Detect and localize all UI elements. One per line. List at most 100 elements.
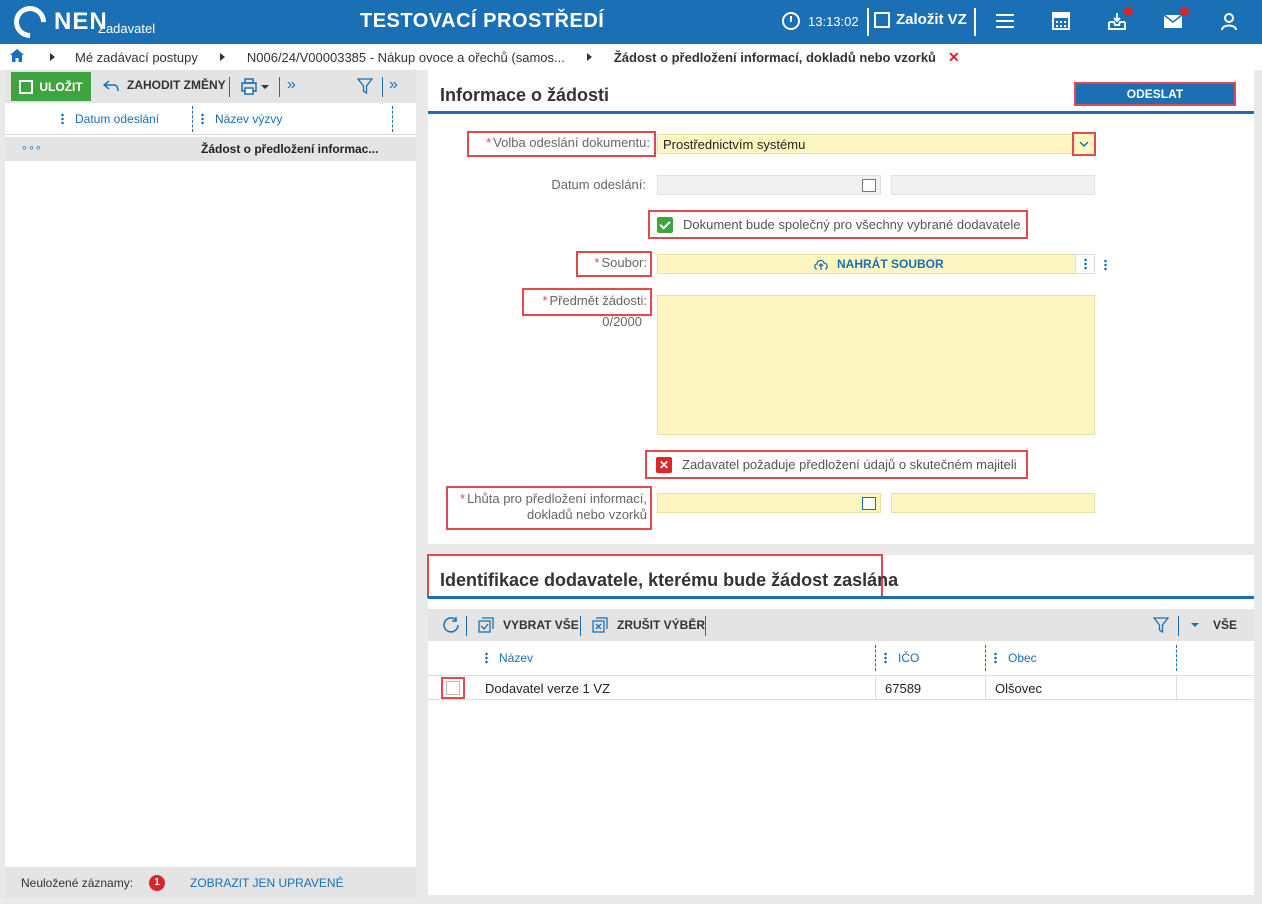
column-header[interactable]: Datum odeslání (75, 112, 159, 126)
breadcrumb-link[interactable]: Mé zadávací postupy (75, 50, 198, 65)
create-vz-button[interactable]: Založit VZ (874, 11, 967, 28)
print-icon (241, 78, 269, 95)
divider (867, 8, 869, 36)
filter-scope-dropdown[interactable] (1190, 618, 1200, 633)
discard-changes-button[interactable]: ZAHODIT ZMĚNY (127, 78, 226, 92)
print-dropdown[interactable] (240, 78, 272, 96)
caret-down-icon (1191, 623, 1199, 627)
divider (382, 77, 383, 97)
column-header[interactable]: Obec (1008, 651, 1037, 665)
beneficial-owner-checkbox[interactable]: ✕ Zadavatel požaduje předložení údajů o … (645, 450, 1028, 479)
menu-icon[interactable] (995, 11, 1017, 33)
upload-menu-icon[interactable] (1104, 259, 1107, 271)
column-separator (1176, 645, 1177, 671)
volba-select[interactable]: Prostřednictvím systému (657, 132, 1096, 156)
save-button[interactable]: ULOŽIT (11, 72, 91, 101)
refresh-icon[interactable] (442, 616, 460, 634)
column-menu-icon[interactable] (61, 113, 64, 125)
lhuta-time-input[interactable] (891, 493, 1095, 513)
clear-selection-icon (592, 617, 608, 633)
kebab-icon (1084, 258, 1087, 270)
unsaved-label: Neuložené záznamy: (21, 876, 134, 890)
column-separator (192, 106, 193, 132)
column-header[interactable]: Název výzvy (215, 112, 282, 126)
supplier-title-box: Identifikace dodavatele, kterému bude žá… (427, 554, 898, 598)
x-icon: ✕ (656, 456, 672, 473)
column-menu-icon[interactable] (201, 113, 204, 125)
soubor-label: * Soubor: (576, 251, 652, 277)
nen-logo[interactable]: NEN (7, 0, 108, 45)
row-menu-icon[interactable]: ∘∘∘ (21, 141, 42, 154)
common-document-checkbox[interactable]: Dokument bude společný pro všechny vybra… (648, 210, 1028, 239)
close-icon[interactable]: ✕ (948, 49, 960, 66)
expand-right-icon[interactable]: » (287, 76, 296, 94)
left-footer: Neuložené záznamy: 1 ZOBRAZIT JEN UPRAVE… (5, 867, 416, 898)
notification-dot (1124, 7, 1133, 16)
column-header[interactable]: Název (499, 651, 533, 665)
lhuta-date-input[interactable] (657, 493, 881, 513)
cell-separator (1176, 676, 1177, 699)
notification-dot (1180, 7, 1189, 16)
left-grid-header: Datum odeslání Název výzvy (5, 103, 416, 135)
filter-scope-label[interactable]: VŠE (1213, 618, 1237, 632)
select-all-icon (478, 617, 494, 633)
column-separator (875, 645, 876, 671)
session-clock: 13:13:02 (782, 12, 859, 30)
row-name: Žádost o předložení informac... (201, 142, 379, 156)
clock-icon (782, 12, 800, 30)
breadcrumb-link[interactable]: N006/24/V00003385 - Nákup ovoce a ořechů… (247, 50, 565, 65)
breadcrumb: Mé zadávací postupy N006/24/V00003385 - … (0, 44, 1262, 70)
column-separator (985, 645, 986, 671)
column-header[interactable]: IČO (898, 651, 919, 665)
undo-icon (103, 80, 119, 92)
supplier-city: Olšovec (995, 681, 1042, 696)
datum-label: Datum odeslání: (551, 177, 646, 192)
floppy-icon (19, 79, 34, 94)
calendar-icon[interactable] (862, 497, 876, 510)
divider (466, 616, 467, 636)
supplier-card: Identifikace dodavatele, kterému bude žá… (427, 554, 1254, 895)
supplier-grid-header: Název IČO Obec (428, 641, 1254, 675)
table-row[interactable]: ∘∘∘ Žádost o předložení informac... (5, 137, 416, 161)
user-icon[interactable] (1219, 11, 1241, 33)
divider (974, 8, 976, 36)
upload-menu-button[interactable] (1075, 254, 1095, 274)
upload-file-button[interactable]: NAHRÁT SOUBOR (657, 254, 1107, 274)
divider (1178, 616, 1179, 636)
title-underline (428, 111, 1254, 114)
home-icon[interactable] (10, 49, 24, 65)
breadcrumb-separator (219, 53, 225, 61)
left-toolbar: ULOŽIT ZAHODIT ZMĚNY » » (5, 70, 416, 103)
upload-label: NAHRÁT SOUBOR (837, 257, 944, 271)
cloud-upload-icon (814, 259, 828, 270)
column-separator (392, 106, 393, 132)
supplier-toolbar: VYBRAT VŠE ZRUŠIT VÝBĚR VŠE (428, 609, 1254, 641)
row-checkbox[interactable] (441, 677, 465, 699)
show-edited-link[interactable]: ZOBRAZIT JEN UPRAVENÉ (190, 876, 344, 890)
chevron-down-icon[interactable] (1072, 132, 1096, 156)
breadcrumb-current: Žádost o předložení informací, dokladů n… (613, 49, 936, 65)
left-panel: ULOŽIT ZAHODIT ZMĚNY » » Datum odeslání … (5, 70, 416, 898)
save-label: ULOŽIT (39, 79, 83, 94)
expand-panel-icon[interactable]: » (389, 76, 398, 94)
volba-label: * Volba odeslání dokumentu: (467, 131, 656, 157)
filter-icon[interactable] (1153, 617, 1169, 633)
select-all-button[interactable]: VYBRAT VŠE (503, 618, 579, 632)
predmet-label: * Předmět žádosti: (522, 288, 652, 316)
calculator-icon[interactable] (1051, 11, 1073, 33)
column-menu-icon[interactable] (485, 652, 488, 664)
inbox-icon[interactable] (1107, 7, 1133, 33)
breadcrumb-separator (50, 53, 55, 61)
predmet-textarea[interactable] (657, 295, 1095, 435)
filter-icon[interactable] (357, 78, 373, 94)
clear-selection-button[interactable]: ZRUŠIT VÝBĚR (617, 618, 705, 632)
breadcrumb-separator (586, 53, 592, 61)
mail-icon[interactable] (1163, 7, 1189, 33)
send-button[interactable]: ODESLAT (1074, 82, 1236, 106)
checkbox-box (446, 681, 460, 695)
column-menu-icon[interactable] (994, 652, 997, 664)
card-title: Identifikace dodavatele, kterému bude žá… (440, 570, 899, 590)
top-bar: NEN Zadavatel TESTOVACÍ PROSTŘEDÍ 13:13:… (0, 0, 1262, 45)
table-row[interactable]: Dodavatel verze 1 VZ 67589 Olšovec (428, 675, 1254, 700)
column-menu-icon[interactable] (884, 652, 887, 664)
